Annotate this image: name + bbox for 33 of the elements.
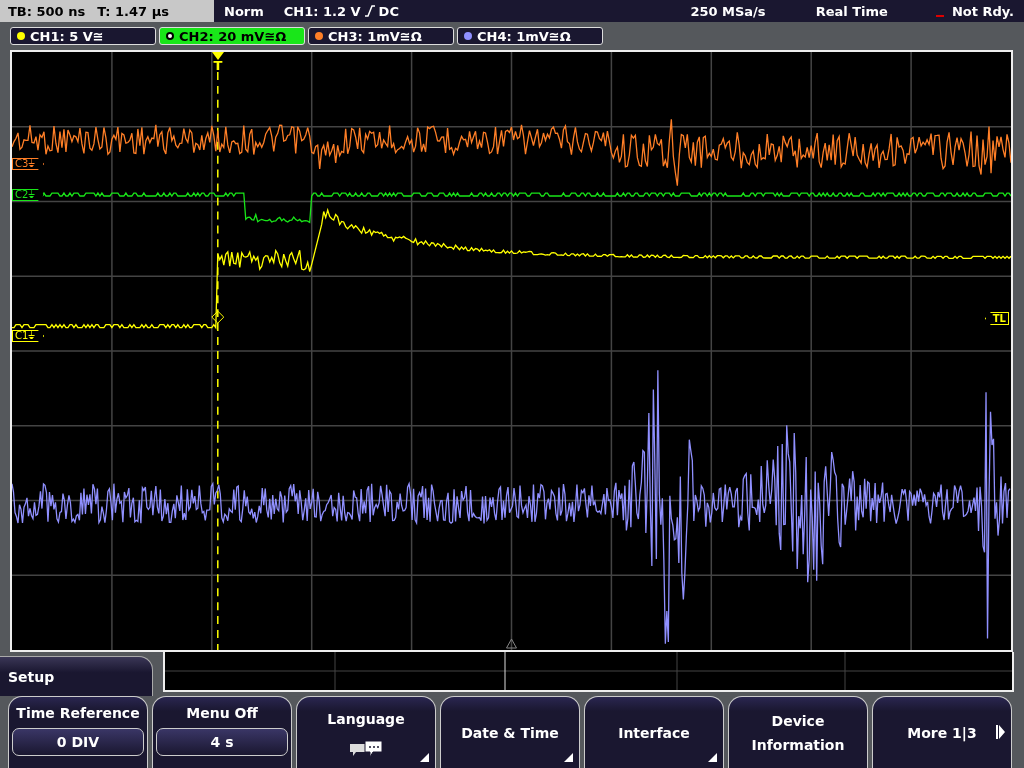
corner-triangle-icon [564,753,573,762]
timebase: TB: 500 ns [8,3,86,19]
channel-tab[interactable]: CH2: 20 mV≅Ω [159,27,305,45]
trigger-marker[interactable]: T [213,60,223,71]
trigger-mode: Norm [224,3,264,19]
channel-tab[interactable]: CH3: 1mV≅Ω [308,27,454,45]
acquisition-mode: Real Time [815,3,888,19]
trigger-level: CH1: 1.2 V [283,3,361,19]
channel-tab[interactable]: CH1: 5 V≅ [10,27,156,45]
channel-marker[interactable]: C3⏚ [12,158,45,170]
softkey[interactable]: Date & Time [440,696,580,768]
position-triangle-icon [506,638,517,649]
acquisition-state: Not Rdy. [951,3,1014,19]
channel-marker[interactable]: C2⏚ [12,189,45,201]
next-arrow-icon [996,725,1005,739]
softkey[interactable]: Time Reference 0 DIV [8,696,148,768]
trigger-position-icon [212,52,224,60]
channel-dot [166,32,174,40]
softkey[interactable]: More 1|3 [872,696,1012,768]
trigger-time: T: 1.47 µs [97,3,169,19]
sample-rate: 250 MSa/s [690,3,766,19]
speech-bubbles-icon [348,738,384,759]
softkey[interactable]: Interface [584,696,724,768]
trigger-coupling: DC [378,3,399,19]
softkey[interactable]: Language [296,696,436,768]
channel-tab[interactable]: CH4: 1mV≅Ω [457,27,603,45]
status-indicator-icon [935,15,944,17]
corner-triangle-icon [420,753,429,762]
rising-edge-icon [364,5,375,17]
softkey[interactable]: Device Information [728,696,868,768]
channel-marker[interactable]: C1⏚ [12,330,45,342]
corner-triangle-icon [708,753,717,762]
softkey[interactable]: Menu Off 4 s [152,696,292,768]
